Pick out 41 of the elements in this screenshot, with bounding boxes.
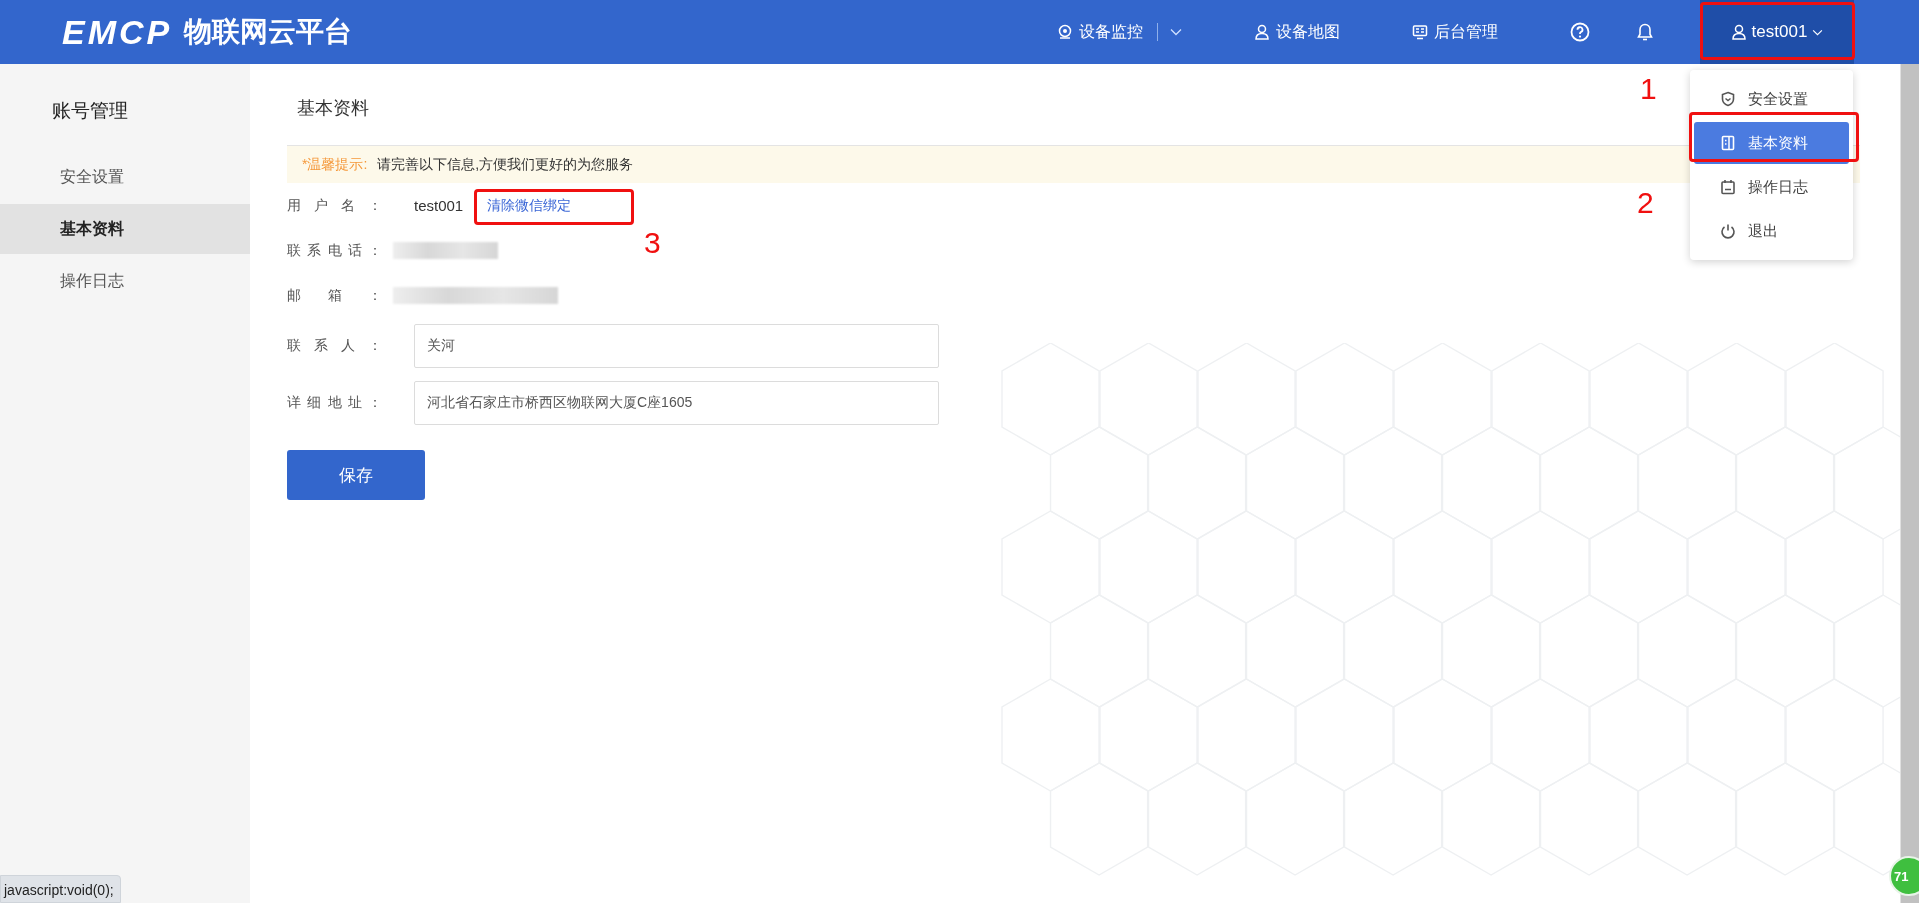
- annotation-number: 1: [1640, 72, 1657, 106]
- sidebar-title: 账号管理: [51, 99, 129, 123]
- platform-name: 物联网云平台: [184, 15, 353, 49]
- annotation-number: 2: [1637, 186, 1654, 220]
- monitor-icon: [1412, 24, 1428, 40]
- logo-text: EMCP: [62, 12, 173, 52]
- document-icon: [1720, 135, 1736, 151]
- user-pin-icon: [1254, 24, 1270, 40]
- menu-item[interactable]: 基本资料: [1694, 122, 1849, 164]
- caret-icon: [1812, 28, 1824, 36]
- help-icon[interactable]: [1570, 22, 1590, 42]
- field-label: 用户名：: [287, 196, 382, 215]
- status-bar-url: javascript:void(0);: [0, 875, 121, 903]
- sidebar-item[interactable]: 安全设置: [0, 152, 250, 202]
- caret-icon[interactable]: [1170, 28, 1182, 36]
- input-field[interactable]: 河北省石家庄市桥西区物联网大厦C座1605: [414, 381, 939, 425]
- field-label: 邮箱：: [287, 286, 382, 305]
- user-icon: [1730, 24, 1747, 40]
- sidebar-item[interactable]: 操作日志: [0, 256, 250, 306]
- notice-label: *温馨提示:: [302, 155, 368, 174]
- unbind-wechat-link[interactable]: 清除微信绑定: [477, 192, 582, 219]
- annotation-number: 3: [644, 226, 661, 260]
- calendar-icon: [1720, 179, 1736, 195]
- notice-text: 请完善以下信息,方便我们更好的为您服务: [377, 155, 634, 174]
- nav-link[interactable]: 设备监控: [1057, 21, 1143, 43]
- webcam-icon: [1057, 24, 1073, 40]
- field-label: 详细地址：: [287, 394, 382, 412]
- menu-item[interactable]: 操作日志: [1694, 166, 1849, 208]
- menu-item[interactable]: 安全设置: [1694, 78, 1849, 120]
- power-icon: [1720, 223, 1736, 239]
- field-label: 联系电话：: [287, 241, 382, 260]
- menu-item[interactable]: 退出: [1694, 210, 1849, 252]
- save-button[interactable]: 保存: [287, 450, 425, 500]
- field-label: 联系人：: [287, 337, 382, 355]
- input-field[interactable]: 关河: [414, 324, 939, 368]
- nav-link[interactable]: 设备地图: [1254, 21, 1340, 43]
- sidebar-item[interactable]: 基本资料: [0, 204, 250, 254]
- bell-icon[interactable]: [1635, 22, 1655, 42]
- username-value: test001: [414, 197, 464, 214]
- shield-icon: [1720, 91, 1736, 107]
- nav-link[interactable]: 后台管理: [1412, 21, 1498, 43]
